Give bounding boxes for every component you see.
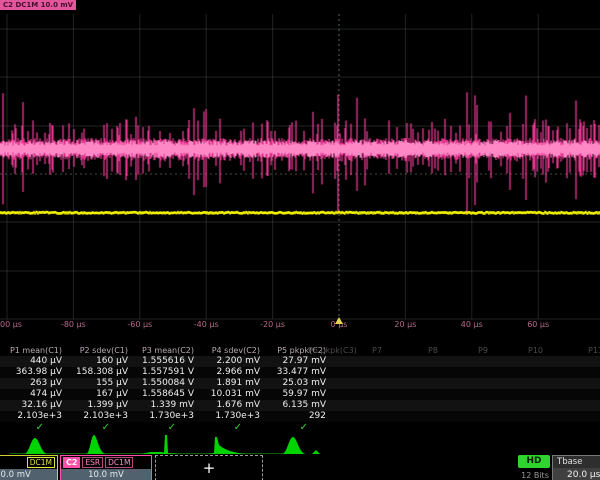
c2-scale-value: 10.0 mV	[61, 469, 151, 480]
trace-label-badge[interactable]: C2 DC1M 10.0 mV	[0, 0, 76, 10]
time-axis-label: -40 µs	[194, 320, 219, 329]
hd-mode-badge[interactable]: HD	[518, 455, 550, 468]
histicon-p4[interactable]	[206, 433, 264, 455]
measurement-value: 363.98 µV	[0, 367, 66, 378]
measurement-value: 10.031 mV	[198, 389, 264, 400]
measurement-value: 2.966 mV	[198, 367, 264, 378]
histicon-p5[interactable]	[272, 433, 330, 455]
measure-columns: P1 mean(C1)440 µV363.98 µV263 µV474 µV32…	[0, 346, 330, 434]
descriptor-bar: DC1M 20.0 mV C2 ESR DC1M 10.0 mV + HD 12…	[0, 455, 600, 480]
c2-coupling-tag: DC1M	[105, 457, 133, 468]
time-axis-label: -20 µs	[260, 320, 285, 329]
measurement-value: 32.16 µV	[0, 400, 66, 411]
measurement-value: 158.308 µV	[66, 367, 132, 378]
time-axis-label: 40 µs	[461, 320, 483, 329]
c1-scale-value: 20.0 mV	[0, 469, 57, 480]
channel-c1-descriptor[interactable]: DC1M 20.0 mV	[0, 455, 58, 480]
measurement-value: 1.558645 V	[132, 389, 198, 400]
measurement-value: 167 µV	[66, 389, 132, 400]
parameter-header-inactive[interactable]: P10	[528, 346, 543, 356]
parameter-header-inactive[interactable]: P6 pkpk(C3)	[308, 346, 357, 356]
measurement-value: 33.477 mV	[264, 367, 330, 378]
measurement-value: 1.399 µV	[66, 400, 132, 411]
measurement-value: 1.730e+3	[132, 411, 198, 422]
histicon-p1[interactable]	[8, 433, 66, 455]
measurement-value: 1.891 mV	[198, 378, 264, 389]
measurement-value: 263 µV	[0, 378, 66, 389]
measurement-value: 25.03 mV	[264, 378, 330, 389]
parameter-header-inactive[interactable]: P8	[428, 346, 438, 356]
timebase-value: 20.0 µs	[553, 468, 600, 480]
trigger-time-marker-icon[interactable]	[335, 317, 343, 324]
inactive-parameter-headers: P6 pkpk(C3) P7 P8 P9 P10 P11	[0, 346, 600, 356]
c2-channel-badge: C2	[63, 457, 80, 468]
measurement-value: 6.135 mV	[264, 400, 330, 411]
parameter-header-inactive[interactable]: P11	[588, 346, 600, 356]
measurement-value: 1.557591 V	[132, 367, 198, 378]
measurement-value: 2.103e+3	[0, 411, 66, 422]
time-axis-label: -60 µs	[127, 320, 152, 329]
c1-coupling-tag: DC1M	[27, 457, 55, 468]
add-trace-button[interactable]: +	[155, 455, 263, 480]
time-axis-label: 60 µs	[527, 320, 549, 329]
parameter-column-p2: P2 sdev(C1)160 µV158.308 µV155 µV167 µV1…	[66, 346, 132, 434]
measurement-table: P1 mean(C1)440 µV363.98 µV263 µV474 µV32…	[0, 346, 600, 434]
measurement-value: 59.97 mV	[264, 389, 330, 400]
measurement-value: 440 µV	[0, 356, 66, 367]
time-axis: -100 µs-80 µs-60 µs-40 µs-20 µs0 µs20 µs…	[0, 320, 600, 334]
measurement-value: 2.200 mV	[198, 356, 264, 367]
timebase-descriptor[interactable]: Tbase 20.0 µs	[552, 455, 600, 480]
parameter-header-inactive[interactable]: P9	[478, 346, 488, 356]
parameter-column-p1: P1 mean(C1)440 µV363.98 µV263 µV474 µV32…	[0, 346, 66, 434]
measurement-value: 27.97 mV	[264, 356, 330, 367]
channel-c2-descriptor[interactable]: C2 ESR DC1M 10.0 mV	[60, 455, 152, 480]
measurement-value: 292	[264, 411, 330, 422]
time-axis-label: -80 µs	[61, 320, 86, 329]
measurement-value: 1.550084 V	[132, 378, 198, 389]
parameter-column-p5: P5 pkpk(C2)27.97 mV33.477 mV25.03 mV59.9…	[264, 346, 330, 434]
hd-bits-label: 12 Bits	[518, 471, 552, 480]
timebase-title: Tbase	[553, 456, 600, 468]
histicon-p3[interactable]	[140, 433, 198, 455]
measurement-value: 474 µV	[0, 389, 66, 400]
parameter-header-inactive[interactable]: P7	[372, 346, 382, 356]
time-axis-label: 20 µs	[394, 320, 416, 329]
measurement-value: 160 µV	[66, 356, 132, 367]
measurement-value: 2.103e+3	[66, 411, 132, 422]
measurement-value: 1.555616 V	[132, 356, 198, 367]
histicon-p2[interactable]	[74, 433, 132, 455]
c2-esr-tag: ESR	[82, 457, 103, 468]
parameter-column-p3: P3 mean(C2)1.555616 V1.557591 V1.550084 …	[132, 346, 198, 434]
measurement-value: 1.339 mV	[132, 400, 198, 411]
measurement-value: 155 µV	[66, 378, 132, 389]
oscilloscope-screen: C2 DC1M 10.0 mV -100 µs -80 µs -60 µs -40 µ…	[0, 0, 600, 480]
c2-trace-core	[0, 140, 600, 158]
time-axis-label: -100 µs	[0, 320, 22, 329]
measurement-value: 1.730e+3	[198, 411, 264, 422]
parameter-column-p4: P4 sdev(C2)2.200 mV2.966 mV1.891 mV10.03…	[198, 346, 264, 434]
histicons-row	[0, 433, 600, 455]
measurement-value: 1.676 mV	[198, 400, 264, 411]
